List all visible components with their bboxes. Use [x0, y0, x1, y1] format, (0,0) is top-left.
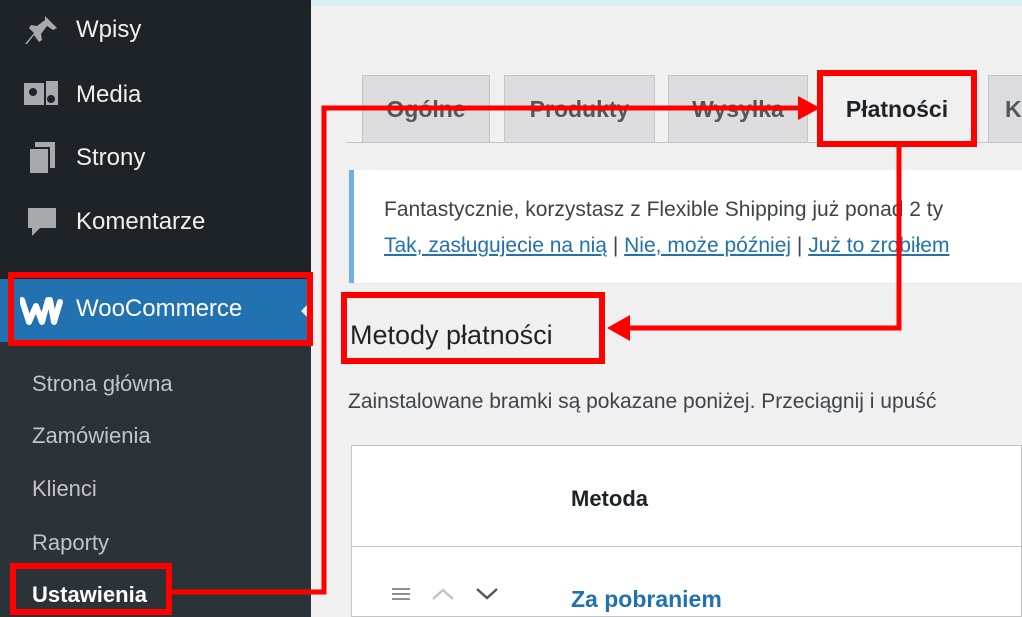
annotation-arrows — [172, 96, 902, 595]
arrow-payments-to-title — [607, 147, 902, 341]
arrow-settings-to-payments — [172, 96, 820, 595]
